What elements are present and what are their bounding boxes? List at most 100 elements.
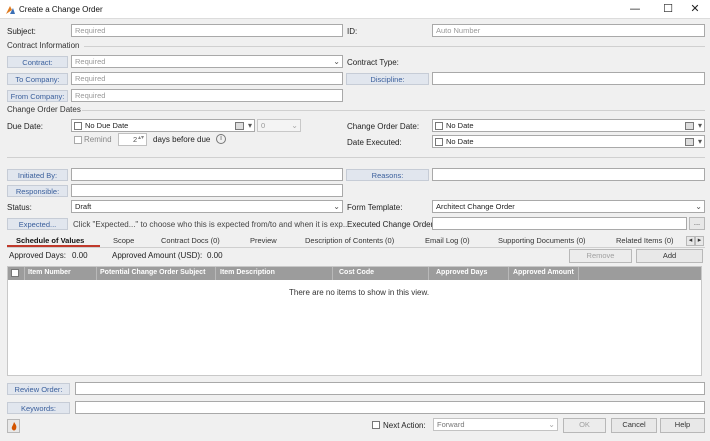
discipline-field[interactable] (432, 72, 705, 85)
due-date-picker[interactable]: No Due Date ▾ (71, 119, 255, 132)
due-date-checkbox[interactable] (74, 122, 82, 130)
chevron-down-icon: ▾ (697, 137, 702, 146)
chevron-down-icon: ⌄ (333, 202, 340, 211)
date-executed-checkbox[interactable] (435, 138, 443, 146)
minimize-button[interactable]: — (618, 0, 652, 19)
from-company-field[interactable]: Required (71, 89, 343, 102)
remove-button[interactable]: Remove (569, 249, 632, 263)
remind-label: Remind (84, 135, 112, 144)
next-action-checkbox[interactable] (372, 421, 380, 429)
tab-supporting-documents[interactable]: Supporting Documents (0) (498, 236, 586, 245)
discipline-button[interactable]: Discipline: (346, 73, 429, 85)
date-executed-picker[interactable]: No Date ▾ (432, 135, 705, 148)
browse-button[interactable]: ... (689, 217, 705, 230)
initiated-by-button[interactable]: Initiated By: (7, 169, 68, 181)
approved-amount-value: 0.00 (207, 251, 223, 260)
section-divider (84, 46, 705, 47)
to-company-button[interactable]: To Company: (7, 73, 68, 85)
dates-section: Change Order Dates (7, 105, 81, 114)
days-before-due-label: days before due (153, 135, 211, 144)
keywords-button[interactable]: Keywords: (7, 402, 70, 414)
chevron-down-icon: ⌄ (333, 57, 340, 66)
tab-email-log[interactable]: Email Log (0) (425, 236, 470, 245)
close-button[interactable]: ✕ (678, 0, 710, 19)
contract-button[interactable]: Contract: (7, 56, 68, 68)
id-label: ID: (347, 27, 358, 36)
tab-scroll-left-icon[interactable]: ◂ (686, 236, 695, 246)
next-action-select[interactable]: Forward ⌄ (433, 418, 558, 431)
section-divider (82, 110, 705, 111)
subject-field[interactable]: Required (71, 24, 343, 37)
calendar-icon[interactable] (235, 122, 244, 130)
tab-strip-border (7, 247, 705, 248)
sov-grid: Item Number Potential Change Order Subje… (7, 266, 702, 376)
remind-days-stepper[interactable]: 2 ▴▾ (118, 133, 147, 146)
section-divider (7, 157, 705, 158)
status-select[interactable]: Draft ⌄ (71, 200, 343, 213)
due-date-label: Due Date: (7, 122, 44, 131)
approved-days-label: Approved Days: (9, 251, 66, 260)
expected-hint: Click "Expected..." to choose who this i… (73, 220, 350, 229)
to-company-field[interactable]: Required (71, 72, 343, 85)
flame-icon (11, 422, 16, 431)
executed-co-field[interactable] (432, 217, 687, 230)
reasons-field[interactable] (432, 168, 705, 181)
contract-type-label: Contract Type: (347, 58, 399, 67)
from-company-button[interactable]: From Company: (7, 90, 68, 102)
tab-contract-docs[interactable]: Contract Docs (0) (161, 236, 220, 245)
col-approved-amount[interactable]: Approved Amount (513, 269, 574, 276)
info-icon[interactable]: i (216, 134, 226, 144)
reasons-button[interactable]: Reasons: (346, 169, 429, 181)
col-pco-subject[interactable]: Potential Change Order Subject (100, 269, 205, 276)
add-button[interactable]: Add (636, 249, 703, 263)
chevron-down-icon: ▾ (247, 121, 252, 130)
keywords-field[interactable] (75, 401, 705, 414)
contract-info-section: Contract Information (7, 41, 80, 50)
col-item-description[interactable]: Item Description (220, 269, 275, 276)
col-cost-code[interactable]: Cost Code (339, 269, 374, 276)
empty-grid-message: There are no items to show in this view. (289, 288, 430, 297)
remind-checkbox[interactable] (74, 136, 82, 144)
tab-related-items[interactable]: Related Items (0) (616, 236, 674, 245)
chevron-down-icon: ⌄ (695, 202, 702, 211)
co-date-label: Change Order Date: (347, 122, 420, 131)
executed-co-label: Executed Change Order: (347, 220, 436, 229)
status-label: Status: (7, 203, 32, 212)
calendar-icon[interactable] (685, 138, 694, 146)
initiated-by-field[interactable] (71, 168, 343, 181)
tab-scroll-right-icon[interactable]: ▸ (695, 236, 704, 246)
col-approved-days[interactable]: Approved Days (436, 269, 487, 276)
form-template-label: Form Template: (347, 203, 403, 212)
col-item-number[interactable]: Item Number (28, 269, 71, 276)
tab-description-of-contents[interactable]: Description of Contents (0) (305, 236, 394, 245)
review-order-button[interactable]: Review Order: (7, 383, 70, 395)
tab-schedule-of-values[interactable]: Schedule of Values (16, 236, 84, 245)
contract-select[interactable]: Required ⌄ (71, 55, 343, 68)
select-all-checkbox[interactable] (11, 269, 19, 277)
grid-header: Item Number Potential Change Order Subje… (8, 267, 701, 280)
approved-days-value: 0.00 (72, 251, 88, 260)
attachment-button[interactable] (7, 419, 20, 433)
responsible-button[interactable]: Responsible: (7, 185, 68, 197)
ok-button[interactable]: OK (563, 418, 606, 433)
date-executed-label: Date Executed: (347, 138, 402, 147)
app-logo-icon (6, 6, 15, 14)
window-title: Create a Change Order (19, 5, 103, 14)
next-action-label: Next Action: (383, 421, 426, 430)
responsible-field[interactable] (71, 184, 343, 197)
id-field[interactable]: Auto Number (432, 24, 705, 37)
form-template-select[interactable]: Architect Change Order ⌄ (432, 200, 705, 213)
due-time-select[interactable]: 0 ⌄ (257, 119, 301, 132)
calendar-icon[interactable] (685, 122, 694, 130)
cancel-button[interactable]: Cancel (611, 418, 657, 433)
co-date-checkbox[interactable] (435, 122, 443, 130)
expected-button[interactable]: Expected... (7, 218, 68, 230)
title-bar: Create a Change Order — ☐ ✕ (0, 0, 710, 19)
help-button[interactable]: Help (660, 418, 705, 433)
tab-preview[interactable]: Preview (250, 236, 277, 245)
approved-amount-label: Approved Amount (USD): (112, 251, 203, 260)
chevron-down-icon: ▾ (697, 121, 702, 130)
co-date-picker[interactable]: No Date ▾ (432, 119, 705, 132)
review-order-field[interactable] (75, 382, 705, 395)
tab-scope[interactable]: Scope (113, 236, 134, 245)
